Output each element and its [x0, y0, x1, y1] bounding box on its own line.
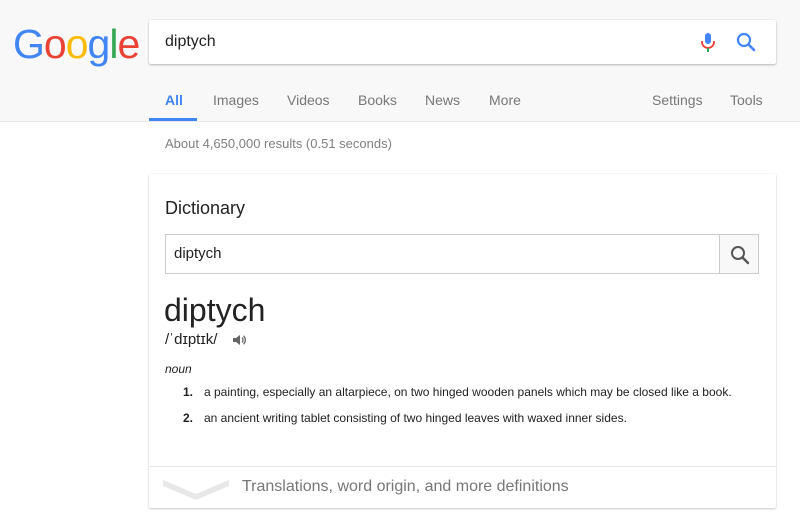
tab-tools[interactable]: Tools: [730, 92, 763, 108]
card-divider: [149, 466, 776, 467]
dictionary-search-value[interactable]: diptych: [174, 235, 222, 273]
tab-all[interactable]: All: [165, 92, 183, 108]
result-stats: About 4,650,000 results (0.51 seconds): [165, 136, 392, 151]
logo-letter-l: l: [109, 21, 118, 67]
phonetic: /ˈdɪptɪk/: [165, 331, 218, 348]
dictionary-search-field[interactable]: diptych: [165, 234, 720, 274]
definition-item: 1. a painting, especially an altarpiece,…: [183, 384, 753, 400]
search-input[interactable]: diptych: [165, 20, 216, 64]
chevron-down-icon[interactable]: [163, 474, 229, 500]
search-icon: [731, 246, 750, 265]
dictionary-search-button[interactable]: [719, 234, 759, 274]
mic-icon[interactable]: [697, 31, 719, 53]
tab-settings[interactable]: Settings: [652, 92, 703, 108]
definitions-list: 1. a painting, especially an altarpiece,…: [183, 384, 753, 436]
definition-text: an ancient writing tablet consisting of …: [204, 411, 627, 425]
logo-letter-o2: o: [65, 21, 89, 67]
definition-text: a painting, especially an altarpiece, on…: [204, 385, 732, 399]
logo-letter-o1: o: [43, 21, 67, 67]
search-header: Google diptych All Images Videos Books N…: [0, 0, 800, 122]
speaker-icon[interactable]: [231, 332, 247, 348]
tab-more[interactable]: More: [489, 92, 521, 108]
logo-letter-g: G: [13, 21, 45, 67]
tab-news[interactable]: News: [425, 92, 460, 108]
tab-books[interactable]: Books: [358, 92, 397, 108]
search-icon[interactable]: [735, 31, 757, 53]
part-of-speech: noun: [165, 362, 192, 376]
search-box[interactable]: diptych: [149, 20, 776, 64]
definition-number: 2.: [183, 411, 194, 425]
active-tab-indicator: [149, 118, 197, 121]
tab-videos[interactable]: Videos: [287, 92, 330, 108]
search-tabs: All Images Videos Books News More Settin…: [0, 86, 800, 122]
google-logo[interactable]: Google: [13, 21, 140, 67]
logo-letter-g2: g: [87, 21, 111, 67]
definition-number: 1.: [183, 385, 194, 399]
tab-images[interactable]: Images: [213, 92, 259, 108]
dictionary-card: Dictionary diptych diptych /ˈdɪptɪk/ nou…: [149, 174, 776, 508]
headword: diptych: [164, 292, 266, 328]
more-definitions-link[interactable]: Translations, word origin, and more defi…: [242, 478, 569, 496]
logo-letter-e: e: [117, 21, 140, 67]
definition-item: 2. an ancient writing tablet consisting …: [183, 410, 753, 426]
card-title: Dictionary: [165, 198, 246, 218]
